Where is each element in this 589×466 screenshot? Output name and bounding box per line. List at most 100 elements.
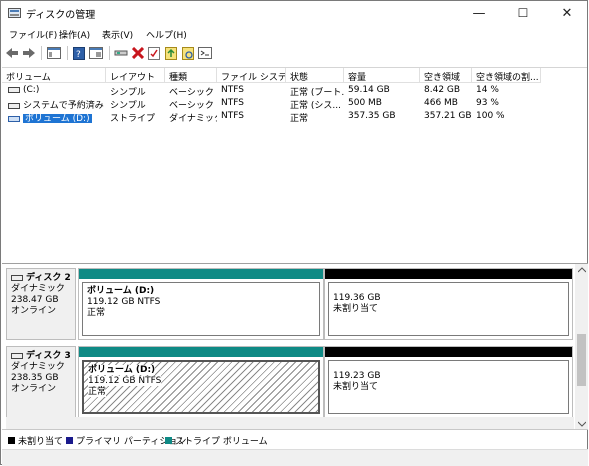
rescan-icon[interactable] [180, 45, 196, 61]
disk-management-window: ディスクの管理 — ☐ ✕ ファイル(F) 操作(A) 表示(V) ヘルプ(H)… [0, 0, 588, 466]
new-volume-icon[interactable] [163, 45, 179, 61]
disk-3-unallocated[interactable]: 119.23 GB 未割り当て [324, 346, 573, 418]
legend-stripe-volume: ストライプ ボリューム [165, 434, 268, 447]
volume-name: (C:) [23, 85, 40, 95]
fs-cell: NTFS [221, 85, 244, 95]
legend-swatch [8, 437, 15, 444]
disk-3-label[interactable]: ディスク 3 ダイナミック 238.35 GB オンライン [6, 346, 76, 418]
type-cell: ベーシック [169, 101, 214, 110]
menu-action[interactable]: 操作(A) [59, 28, 90, 41]
status-cell: 正常 [290, 114, 309, 123]
status-cell: 正常 (ブート... [290, 88, 344, 97]
back-arrow-icon[interactable] [4, 45, 20, 61]
column-header-volume[interactable]: ボリューム [2, 68, 106, 83]
menu-bar: ファイル(F) 操作(A) 表示(V) ヘルプ(H) [1, 25, 587, 43]
volume-status: 正常 [87, 308, 106, 318]
disk-status: オンライン [11, 306, 57, 316]
title-bar: ディスクの管理 — ☐ ✕ [1, 1, 587, 25]
menu-file[interactable]: ファイル(F) [9, 28, 57, 41]
toolbar: ? [1, 43, 587, 63]
unallocated-label: 未割り当て [333, 382, 379, 392]
toolbar-separator [41, 46, 42, 60]
connect-icon[interactable] [113, 45, 129, 61]
type-cell: ダイナミック [169, 114, 217, 123]
column-header-capacity[interactable]: 容量 [344, 68, 420, 83]
window-title: ディスクの管理 [26, 10, 96, 21]
fs-cell: NTFS [221, 98, 244, 108]
volume-list: ボリューム レイアウト 種類 ファイル システム 状態 容量 空き領域 空き領域… [2, 67, 587, 264]
column-header-file-system[interactable]: ファイル システム [217, 68, 286, 83]
help-icon[interactable]: ? [71, 45, 87, 61]
fs-cell: NTFS [221, 111, 244, 121]
toolbar-separator [67, 46, 68, 60]
disk-size: 238.35 GB [11, 373, 59, 383]
disk-name: ディスク 2 [26, 273, 71, 283]
capacity-cell: 500 MB [348, 98, 382, 108]
volume-name: ボリューム (D:) [87, 286, 155, 296]
free-space-cell: 8.42 GB [424, 85, 461, 95]
status-cell: 正常 (シス... [290, 101, 341, 110]
disk-2-unallocated[interactable]: 119.36 GB 未割り当て [324, 268, 573, 340]
check-icon[interactable] [146, 45, 162, 61]
status-bar [2, 449, 588, 466]
volume-name: ボリューム (D:) [23, 114, 92, 123]
stripe-bar [79, 347, 323, 357]
disk-3-stripe-volume-selected[interactable]: ボリューム (D:) 119.12 GB NTFS 正常 [78, 346, 324, 418]
console-icon[interactable] [197, 45, 213, 61]
drive-icon [8, 86, 20, 93]
drive-icon [8, 115, 20, 122]
console-tree-icon[interactable] [46, 45, 62, 61]
capacity-cell: 59.14 GB [348, 85, 390, 95]
free-space-cell: 357.21 GB [424, 111, 472, 121]
legend-label: 未割り当て [18, 437, 64, 447]
scroll-thumb[interactable] [577, 334, 586, 386]
drive-icon [8, 102, 20, 109]
close-button[interactable]: ✕ [545, 1, 589, 25]
minimize-button[interactable]: — [457, 1, 501, 25]
maximize-button[interactable]: ☐ [501, 1, 545, 25]
disk-type: ダイナミック [11, 362, 65, 372]
maximize-icon: ☐ [517, 6, 529, 20]
volume-status: 正常 [88, 387, 107, 397]
disk-size: 238.47 GB [11, 295, 59, 305]
column-header-type[interactable]: 種類 [165, 68, 217, 83]
scroll-down-icon[interactable] [578, 421, 586, 427]
column-header-free-space[interactable]: 空き領域 [420, 68, 472, 83]
vertical-scrollbar[interactable] [575, 264, 588, 430]
column-header-percent-free[interactable]: 空き領域の割... [472, 68, 541, 83]
disk-icon [11, 274, 23, 281]
layout-cell: シンプル [110, 101, 146, 110]
close-icon: ✕ [561, 5, 573, 21]
delete-icon[interactable] [130, 45, 146, 61]
disk-type: ダイナミック [11, 284, 65, 294]
forward-arrow-icon[interactable] [21, 45, 37, 61]
percent-free-cell: 100 % [476, 111, 505, 121]
disk-2-stripe-volume[interactable]: ボリューム (D:) 119.12 GB NTFS 正常 [78, 268, 324, 340]
toolbar-separator [109, 46, 110, 60]
percent-free-cell: 93 % [476, 98, 499, 108]
unallocated-bar [325, 347, 572, 357]
svg-text:?: ? [76, 50, 81, 60]
legend-label: ストライプ ボリューム [175, 437, 268, 447]
type-cell: ベーシック [169, 88, 214, 97]
column-header-status[interactable]: 状態 [286, 68, 344, 83]
horizontal-scrollbar[interactable] [6, 417, 574, 429]
volume-info: 119.12 GB NTFS [88, 376, 162, 386]
unallocated-size: 119.23 GB [333, 371, 381, 381]
properties-icon[interactable] [88, 45, 104, 61]
disk-2-label[interactable]: ディスク 2 ダイナミック 238.47 GB オンライン [6, 268, 76, 340]
free-space-cell: 466 MB [424, 98, 458, 108]
column-header-layout[interactable]: レイアウト [106, 68, 165, 83]
disk-graphical-view: ディスク 2 ダイナミック 238.47 GB オンライン ボリューム (D:)… [2, 263, 588, 430]
unallocated-size: 119.36 GB [333, 293, 381, 303]
disk-status: オンライン [11, 384, 57, 394]
unallocated-bar [325, 269, 572, 279]
volume-name: システムで予約済み [23, 101, 104, 110]
legend: 未割り当て プライマリ パーティション ストライプ ボリューム [2, 429, 588, 448]
menu-view[interactable]: 表示(V) [102, 28, 133, 41]
menu-help[interactable]: ヘルプ(H) [146, 28, 187, 41]
volume-info: 119.12 GB NTFS [87, 297, 161, 307]
scroll-up-icon[interactable] [578, 267, 586, 273]
minimize-icon: — [472, 5, 486, 21]
legend-swatch [66, 437, 73, 444]
